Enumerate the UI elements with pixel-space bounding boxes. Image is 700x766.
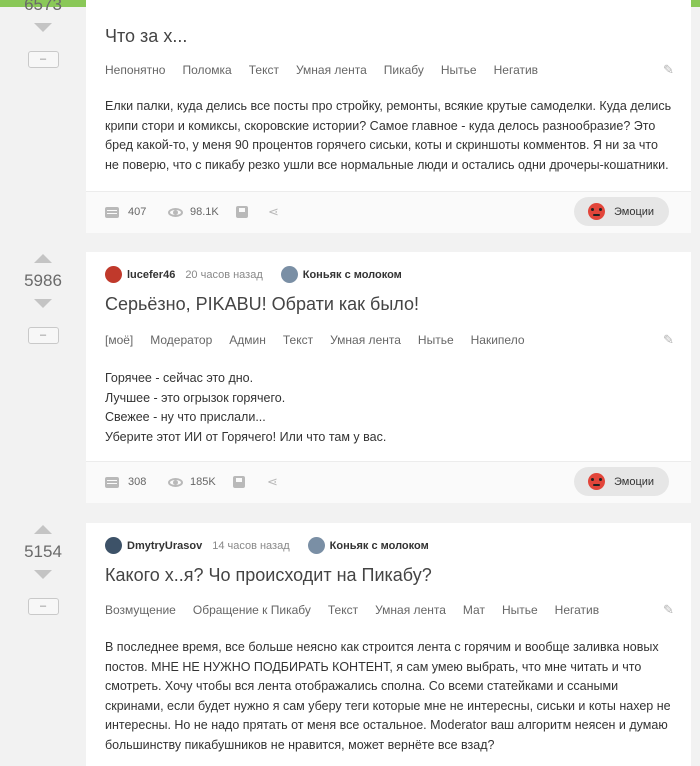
views-value: 185K [190, 476, 216, 488]
avatar[interactable] [105, 537, 122, 554]
emotions-label: Эмоции [614, 475, 655, 488]
tag[interactable]: Поломка [182, 63, 231, 77]
community-avatar[interactable] [307, 537, 325, 554]
comments-value: 407 [128, 206, 147, 218]
minus-button[interactable]: – [27, 51, 59, 68]
share-icon: ⋖ [268, 204, 279, 219]
comments-count[interactable]: 407 [105, 206, 146, 218]
save-button[interactable] [233, 476, 245, 488]
eye-icon [168, 477, 183, 487]
post-body: Горячее - сейчас это дно. Лучшее - это о… [105, 369, 675, 447]
views-count: 185K [168, 476, 216, 488]
rating-score: 6573 [24, 0, 62, 14]
post-meta: DmytryUrasov 14 часов назад Коньяк с мол… [105, 537, 429, 554]
comment-icon [105, 476, 119, 488]
post-rating-panel: 5986 – [0, 254, 86, 344]
emotions-label: Эмоции [614, 205, 655, 218]
tag[interactable]: Текст [249, 63, 279, 77]
arrow-up-icon[interactable] [34, 254, 52, 263]
emotions-button[interactable]: Эмоции [574, 467, 669, 496]
post-time: 14 часов назад [212, 539, 290, 552]
comments-value: 308 [128, 476, 147, 488]
views-value: 98.1K [190, 206, 219, 218]
share-button[interactable]: ⋖ [268, 204, 279, 219]
post-paragraph: Горячее - сейчас это дно. [105, 371, 254, 385]
rating-score: 5154 [24, 542, 62, 561]
tag[interactable]: Накипело [471, 333, 525, 347]
author-name[interactable]: DmytryUrasov [127, 540, 202, 552]
tag[interactable]: Умная лента [375, 603, 446, 617]
post-paragraph: Лучшее - это огрызок горячего. [105, 390, 286, 405]
post-paragraph: Елки палки, куда делись все посты про ст… [105, 99, 672, 172]
comments-count[interactable]: 308 [105, 476, 146, 488]
share-icon: ⋖ [267, 474, 278, 489]
tag[interactable]: Админ [229, 333, 266, 347]
tag-list: Возмущение Обращение к Пикабу Текст Умна… [105, 603, 677, 617]
post-paragraph: Свежее - ну что прислали... [105, 410, 266, 424]
comment-icon [105, 206, 119, 218]
post-card: Что за х... Непонятно Поломка Текст Умна… [86, 0, 691, 233]
community-name[interactable]: Коньяк с молоком [330, 540, 429, 552]
save-button[interactable] [236, 206, 248, 218]
tag[interactable]: Модератор [150, 333, 212, 347]
tag-list: [моё] Модератор Админ Текст Умная лента … [105, 333, 677, 347]
post-card: lucefer46 20 часов назад Коньяк с молоко… [86, 252, 691, 503]
post-paragraph: Уберите этот ИИ от Горячего! Или что там… [105, 429, 387, 444]
eye-icon [168, 207, 183, 217]
post-title[interactable]: Какого х..я? Чо происходит на Пикабу? [105, 565, 432, 586]
tag[interactable]: Нытье [441, 63, 477, 77]
tag[interactable]: Негатив [494, 63, 538, 77]
avatar[interactable] [105, 266, 122, 283]
post-title[interactable]: Серьёзно, PIKABU! Обрати как было! [105, 294, 419, 315]
tag[interactable]: Нытье [418, 333, 454, 347]
post-time: 20 часов назад [185, 268, 263, 281]
pencil-icon[interactable]: ✎ [663, 63, 677, 77]
post-card: DmytryUrasov 14 часов назад Коньяк с мол… [86, 523, 691, 766]
tag[interactable]: Умная лента [330, 333, 401, 347]
tag[interactable]: Текст [328, 603, 358, 617]
post-body: Елки палки, куда делись все посты про ст… [105, 97, 675, 175]
pencil-icon[interactable]: ✎ [663, 333, 677, 347]
post-footer: 308 185K ⋖ Эмоции [86, 461, 691, 503]
tag[interactable]: Обращение к Пикабу [193, 603, 311, 617]
community-name[interactable]: Коньяк с молоком [303, 269, 402, 281]
author-name[interactable]: lucefer46 [127, 269, 175, 281]
minus-button[interactable]: – [27, 327, 59, 344]
tag[interactable]: Нытье [502, 603, 538, 617]
views-count: 98.1K [168, 206, 219, 218]
tag[interactable]: [моё] [105, 333, 133, 347]
tag[interactable]: Возмущение [105, 603, 176, 617]
arrow-down-icon[interactable] [34, 23, 52, 32]
post-body: В последнее время, все больше неясно как… [105, 638, 675, 755]
post-title[interactable]: Что за х... [105, 26, 187, 47]
tag[interactable]: Мат [463, 603, 485, 617]
tag[interactable]: Умная лента [296, 63, 367, 77]
post-paragraph: В последнее время, все больше неясно как… [105, 640, 671, 752]
tag-list: Непонятно Поломка Текст Умная лента Пика… [105, 63, 677, 77]
rating-score: 5986 [24, 271, 62, 290]
tag[interactable]: Текст [283, 333, 313, 347]
arrow-up-icon[interactable] [34, 525, 52, 534]
arrow-down-icon[interactable] [34, 299, 52, 308]
pencil-icon[interactable]: ✎ [663, 603, 677, 617]
tag[interactable]: Непонятно [105, 63, 165, 77]
tag[interactable]: Негатив [555, 603, 599, 617]
community-avatar[interactable] [280, 266, 298, 283]
minus-button[interactable]: – [27, 598, 59, 615]
tag[interactable]: Пикабу [384, 63, 424, 77]
share-button[interactable]: ⋖ [267, 474, 278, 489]
post-rating-panel: 5154 – [0, 525, 86, 615]
arrow-down-icon[interactable] [34, 570, 52, 579]
post-footer: 407 98.1K ⋖ Эмоции [86, 191, 691, 233]
save-icon [236, 206, 248, 218]
post-meta: lucefer46 20 часов назад Коньяк с молоко… [105, 266, 402, 283]
save-icon [233, 476, 245, 488]
emotions-button[interactable]: Эмоции [574, 197, 669, 226]
post-rating-panel: 6573 – [0, 0, 86, 68]
angry-face-icon [588, 473, 605, 490]
angry-face-icon [588, 203, 605, 220]
